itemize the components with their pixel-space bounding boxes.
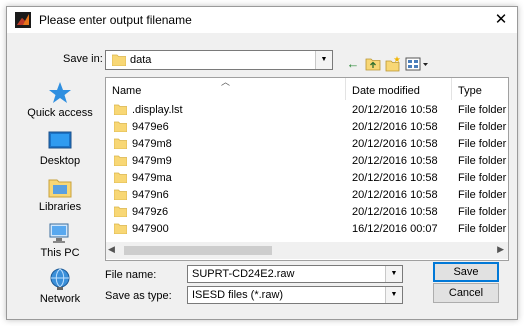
matlab-app-icon [15,12,31,28]
title-bar: Please enter output filename ✕ [7,7,517,33]
savetype-label: Save as type: [105,290,172,302]
list-item[interactable]: 9479z6 20/12/2016 10:58 File folder [106,204,508,221]
place-label: Libraries [38,201,82,213]
place-label: Network [39,293,81,305]
file-name: 947900 [132,223,169,235]
file-date: 20/12/2016 10:58 [352,104,438,116]
filename-input[interactable]: SUPRT-CD24E2.raw ▼ [187,265,403,283]
save-in-dropdown[interactable]: data ▼ [105,50,333,70]
column-header-name[interactable]: Name [106,78,346,100]
savetype-dropdown[interactable]: ISESD files (*.raw) ▼ [187,286,403,304]
new-folder-icon[interactable] [385,56,401,72]
list-item[interactable]: 947900 16/12/2016 00:07 File folder [106,221,508,238]
file-date: 20/12/2016 10:58 [352,189,438,201]
column-type-label: Type [458,85,482,97]
place-label: Quick access [27,107,93,119]
chevron-down-icon[interactable]: ▼ [385,287,402,303]
save-in-label: Save in: [63,53,103,65]
chevron-down-icon[interactable]: ▼ [315,51,332,69]
list-item[interactable]: 9479n6 20/12/2016 10:58 File folder [106,187,508,204]
file-type: File folder [458,104,507,116]
back-icon[interactable]: ← [345,56,361,72]
folder-icon [114,104,127,115]
folder-icon [114,138,127,149]
file-type: File folder [458,223,507,235]
file-date: 20/12/2016 10:58 [352,155,438,167]
file-name: 9479n6 [132,189,169,201]
file-type: File folder [458,206,507,218]
list-item[interactable]: 9479m9 20/12/2016 10:58 File folder [106,153,508,170]
place-label: This PC [40,247,80,259]
star-icon [49,82,71,103]
file-type: File folder [458,138,507,150]
place-quick-access[interactable]: Quick access [21,79,99,121]
place-network[interactable]: Network [21,265,99,305]
file-type: File folder [458,121,507,133]
list-item[interactable]: 9479m8 20/12/2016 10:58 File folder [106,136,508,153]
scrollbar-thumb[interactable] [124,246,272,255]
scroll-right-icon[interactable]: ▶ [497,244,504,255]
place-this-pc[interactable]: This PC [21,219,99,259]
folder-icon [114,172,127,183]
folder-icon [114,155,127,166]
list-item[interactable]: .display.lst 20/12/2016 10:58 File folde… [106,102,508,119]
close-icon[interactable]: ✕ [491,10,511,30]
file-name: 9479z6 [132,206,169,218]
place-desktop[interactable]: Desktop [21,127,99,167]
filename-value: SUPRT-CD24E2.raw [192,268,295,280]
list-item[interactable]: 9479e6 20/12/2016 10:58 File folder [106,119,508,136]
file-name: 9479e6 [132,121,169,133]
computer-icon [49,223,69,243]
save-button[interactable]: Save [433,262,499,282]
file-list[interactable]: ︿ Name Date modified Type .display.lst 2… [105,77,509,261]
file-date: 20/12/2016 10:58 [352,121,438,133]
file-date: 20/12/2016 10:58 [352,138,438,150]
folder-icon [114,189,127,200]
file-type: File folder [458,172,507,184]
desktop-icon [48,131,72,149]
list-item[interactable]: 9479ma 20/12/2016 10:58 File folder [106,170,508,187]
libraries-icon [48,179,72,198]
folder-icon [114,121,127,132]
view-menu-icon[interactable] [405,56,429,72]
column-name-label: Name [112,85,142,97]
file-name: 9479m9 [132,155,172,167]
folder-icon [114,206,127,217]
file-type: File folder [458,155,507,167]
column-date-label: Date modified [352,85,420,97]
column-header-date[interactable]: Date modified [346,78,452,100]
cancel-button[interactable]: Cancel [433,283,499,303]
save-dialog: Please enter output filename ✕ Save in: … [6,6,518,320]
folder-icon [112,54,126,66]
scroll-left-icon[interactable]: ◀ [108,244,115,255]
window-title: Please enter output filename [39,13,192,27]
folder-icon [114,223,127,234]
file-date: 20/12/2016 10:58 [352,172,438,184]
file-name: 9479m8 [132,138,172,150]
chevron-down-icon[interactable]: ▼ [385,266,402,282]
filename-label: File name: [105,269,157,281]
savetype-value: ISESD files (*.raw) [192,289,284,301]
up-folder-icon[interactable] [365,56,381,72]
file-date: 16/12/2016 00:07 [352,223,438,235]
place-label: Desktop [39,155,81,167]
file-name: .display.lst [132,104,183,116]
save-in-value: data [130,54,152,66]
file-name: 9479ma [132,172,172,184]
file-date: 20/12/2016 10:58 [352,206,438,218]
file-type: File folder [458,189,507,201]
horizontal-scrollbar[interactable]: ◀ ▶ [106,242,508,259]
place-libraries[interactable]: Libraries [21,173,99,213]
network-icon [50,268,70,290]
column-header-type[interactable]: Type [452,78,508,100]
